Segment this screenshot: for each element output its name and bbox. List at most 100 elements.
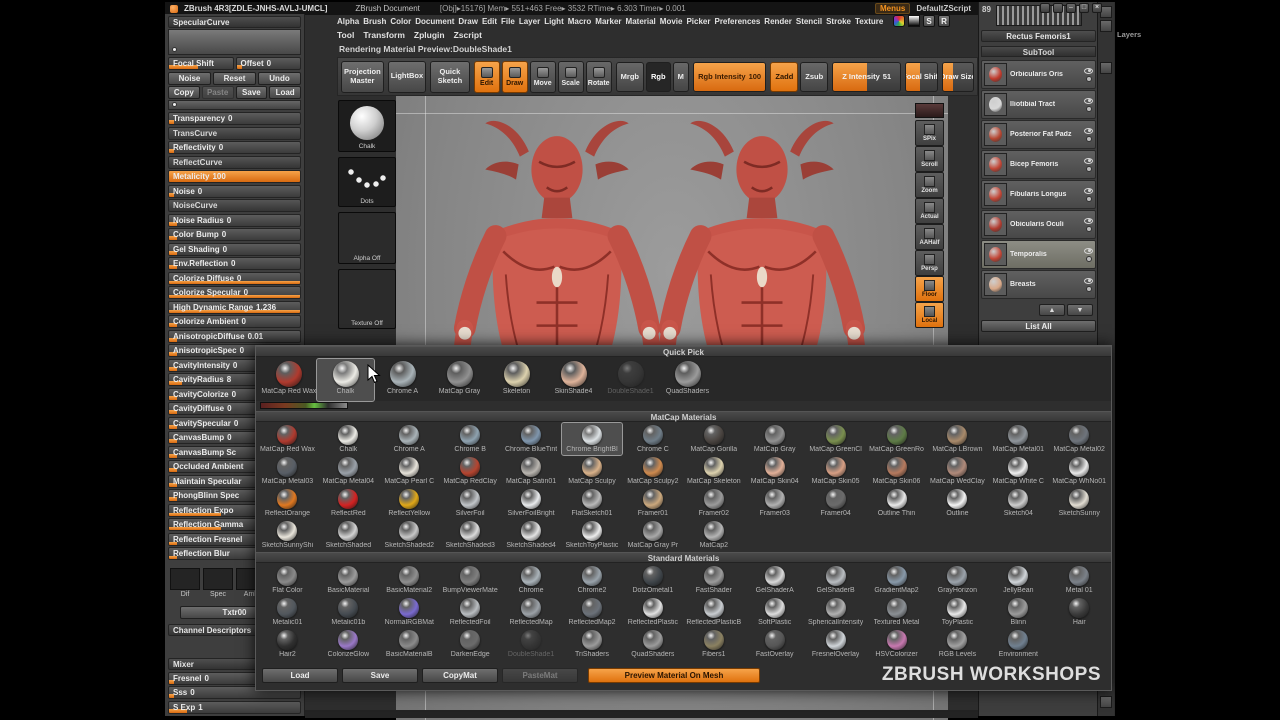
switch-color-button[interactable]: S <box>923 15 935 27</box>
mini-slider[interactable]: Focal Shift <box>168 57 234 70</box>
gradient-swatch-icon[interactable] <box>908 15 920 27</box>
material-swatch[interactable]: Chrome B <box>440 423 501 455</box>
menu-item[interactable]: Brush <box>363 17 386 26</box>
material-slider[interactable]: ReflectCurve <box>168 155 301 169</box>
mixer-slider[interactable]: S Exp 1 <box>168 700 301 714</box>
curve-handle[interactable] <box>172 47 177 52</box>
polypaint-icon[interactable] <box>1085 195 1092 202</box>
subtool-item[interactable]: Temporalis <box>981 240 1096 269</box>
material-swatch[interactable]: ReflectYellow <box>379 487 440 519</box>
material-swatch[interactable]: MatCap LBrown <box>927 423 988 455</box>
material-swatch[interactable]: GradientMap2 <box>866 564 927 596</box>
color-swatch[interactable] <box>915 103 944 118</box>
tool-mode-button[interactable]: Edit <box>473 60 500 93</box>
subtool-item[interactable]: Fibularis Longus <box>981 180 1096 209</box>
material-swatch[interactable]: SketchShaded2 <box>379 519 440 551</box>
panel-button[interactable]: Noise <box>168 71 211 85</box>
visibility-eye-icon[interactable] <box>1084 127 1093 134</box>
panel-button[interactable]: Reset <box>213 71 256 85</box>
current-tool-name[interactable]: Rectus Femoris1 <box>981 30 1096 42</box>
material-swatch[interactable]: MatCap GreenCl <box>805 423 866 455</box>
subtool-item[interactable]: Orbicularis Oris <box>981 60 1096 89</box>
material-swatch[interactable]: ReflectedPlastic <box>622 596 683 628</box>
visibility-eye-icon[interactable] <box>1084 187 1093 194</box>
material-swatch[interactable]: Chalk <box>316 358 375 402</box>
material-swatch[interactable]: MatCap Satin01 <box>501 455 562 487</box>
view-control-button[interactable]: AAHalf <box>915 224 944 250</box>
material-swatch[interactable]: SketchToyPlastic <box>562 519 623 551</box>
menu-item[interactable]: Tool <box>337 30 354 40</box>
material-swatch[interactable]: Skeleton <box>488 359 545 401</box>
visibility-eye-icon[interactable] <box>1084 157 1093 164</box>
polypaint-icon[interactable] <box>1085 225 1092 232</box>
sculpt-mode-button[interactable]: Zadd <box>770 61 799 92</box>
material-swatch[interactable]: SoftPlastic <box>744 596 805 628</box>
material-swatch[interactable]: MatCap Sculpy2 <box>622 455 683 487</box>
material-swatch[interactable]: SketchShaded4 <box>501 519 562 551</box>
material-swatch[interactable]: Hair2 <box>257 628 318 660</box>
menu-item[interactable]: Layer <box>519 17 540 26</box>
list-all-button[interactable]: List All <box>981 320 1096 332</box>
material-swatch[interactable]: ReflectedMap2 <box>562 596 623 628</box>
subtool-down-button[interactable]: ▼ <box>1067 304 1093 316</box>
panel-button[interactable]: Copy <box>168 86 200 99</box>
color-mode-button[interactable]: Rgb <box>646 61 671 92</box>
material-swatch[interactable]: Framer03 <box>744 487 805 519</box>
material-swatch[interactable]: SketchShaded3 <box>440 519 501 551</box>
polypaint-icon[interactable] <box>1085 75 1092 82</box>
mini-slider[interactable]: Offset 0 <box>235 57 301 70</box>
close-icon[interactable]: × <box>1092 3 1102 13</box>
menu-item[interactable]: Alpha <box>337 17 359 26</box>
material-slider[interactable]: Reflectivity 0 <box>168 141 301 154</box>
subtool-item[interactable]: Bicep Femoris <box>981 150 1096 179</box>
panel-button[interactable]: Undo <box>258 71 301 85</box>
panel-button[interactable]: Load <box>269 86 301 99</box>
tool-mode-button[interactable]: Draw <box>501 60 528 93</box>
layers-label[interactable]: Layers <box>1117 30 1141 39</box>
material-slider[interactable]: Noise Radius 0 <box>168 213 301 227</box>
material-swatch[interactable]: MatCap White C <box>988 455 1049 487</box>
material-swatch[interactable]: SilverFoil <box>440 487 501 519</box>
material-swatch[interactable]: JellyBean <box>988 564 1049 596</box>
material-slider[interactable]: Colorize Diffuse 0 <box>168 271 301 285</box>
material-swatch[interactable]: MatCap Gorilla <box>683 423 744 455</box>
menu-item[interactable]: File <box>501 17 515 26</box>
material-swatch[interactable]: MatCap Red Wax <box>260 359 317 401</box>
view-control-button[interactable]: Floor <box>915 276 944 302</box>
material-swatch[interactable]: Hair <box>1049 596 1110 628</box>
material-swatch[interactable]: Sketch04 <box>988 487 1049 519</box>
visibility-eye-icon[interactable] <box>1084 67 1093 74</box>
material-swatch[interactable]: Flat Color <box>257 564 318 596</box>
material-swatch[interactable]: MatCap Red Wax <box>257 423 318 455</box>
menu-item[interactable]: Material <box>626 17 656 26</box>
window-icon[interactable] <box>1040 3 1050 13</box>
subtool-up-button[interactable]: ▲ <box>1039 304 1065 316</box>
material-swatch[interactable]: ToyPlastic <box>927 596 988 628</box>
material-swatch[interactable]: Blinn <box>988 596 1049 628</box>
view-control-button[interactable]: Zoom <box>915 172 944 198</box>
material-slider[interactable]: Metalicity 100 <box>168 170 301 183</box>
material-swatch[interactable]: DoubleShade1 <box>602 359 659 401</box>
material-swatch[interactable]: MatCap GreenRo <box>866 423 927 455</box>
restore-color-button[interactable]: R <box>938 15 950 27</box>
material-slider[interactable]: Color Bump 0 <box>168 228 301 241</box>
material-swatch[interactable]: MatCap RedClay <box>440 455 501 487</box>
material-swatch[interactable]: GrayHorizon <box>927 564 988 596</box>
rgb-intensity-slider[interactable]: Rgb Intensity 100 <box>692 61 767 92</box>
material-slider[interactable]: Colorize Specular 0 <box>168 286 301 299</box>
material-swatch[interactable]: MatCap Skin05 <box>805 455 866 487</box>
material-swatch[interactable]: Environment <box>988 628 1049 660</box>
color-mode-button[interactable]: Mrgb <box>615 61 644 92</box>
alpha-thumbnail[interactable]: Alpha Off <box>338 212 396 264</box>
current-material-thumbnail[interactable]: Chalk <box>338 100 396 152</box>
z-intensity-slider[interactable]: Z Intensity 51 <box>832 61 902 92</box>
material-swatch[interactable]: TriShaders <box>562 628 623 660</box>
material-swatch[interactable]: ReflectedFoil <box>440 596 501 628</box>
material-slider[interactable]: Transparency 0 <box>168 112 301 125</box>
menu-item[interactable]: Transform <box>363 30 405 40</box>
material-swatch[interactable]: FlatSketch01 <box>562 487 623 519</box>
subtool-item[interactable]: Obicularis Oculi <box>981 210 1096 239</box>
material-swatch[interactable]: ReflectedMap <box>501 596 562 628</box>
tray-bottom-icon[interactable] <box>1100 696 1112 708</box>
material-slider[interactable]: Env.Reflection 0 <box>168 257 301 270</box>
